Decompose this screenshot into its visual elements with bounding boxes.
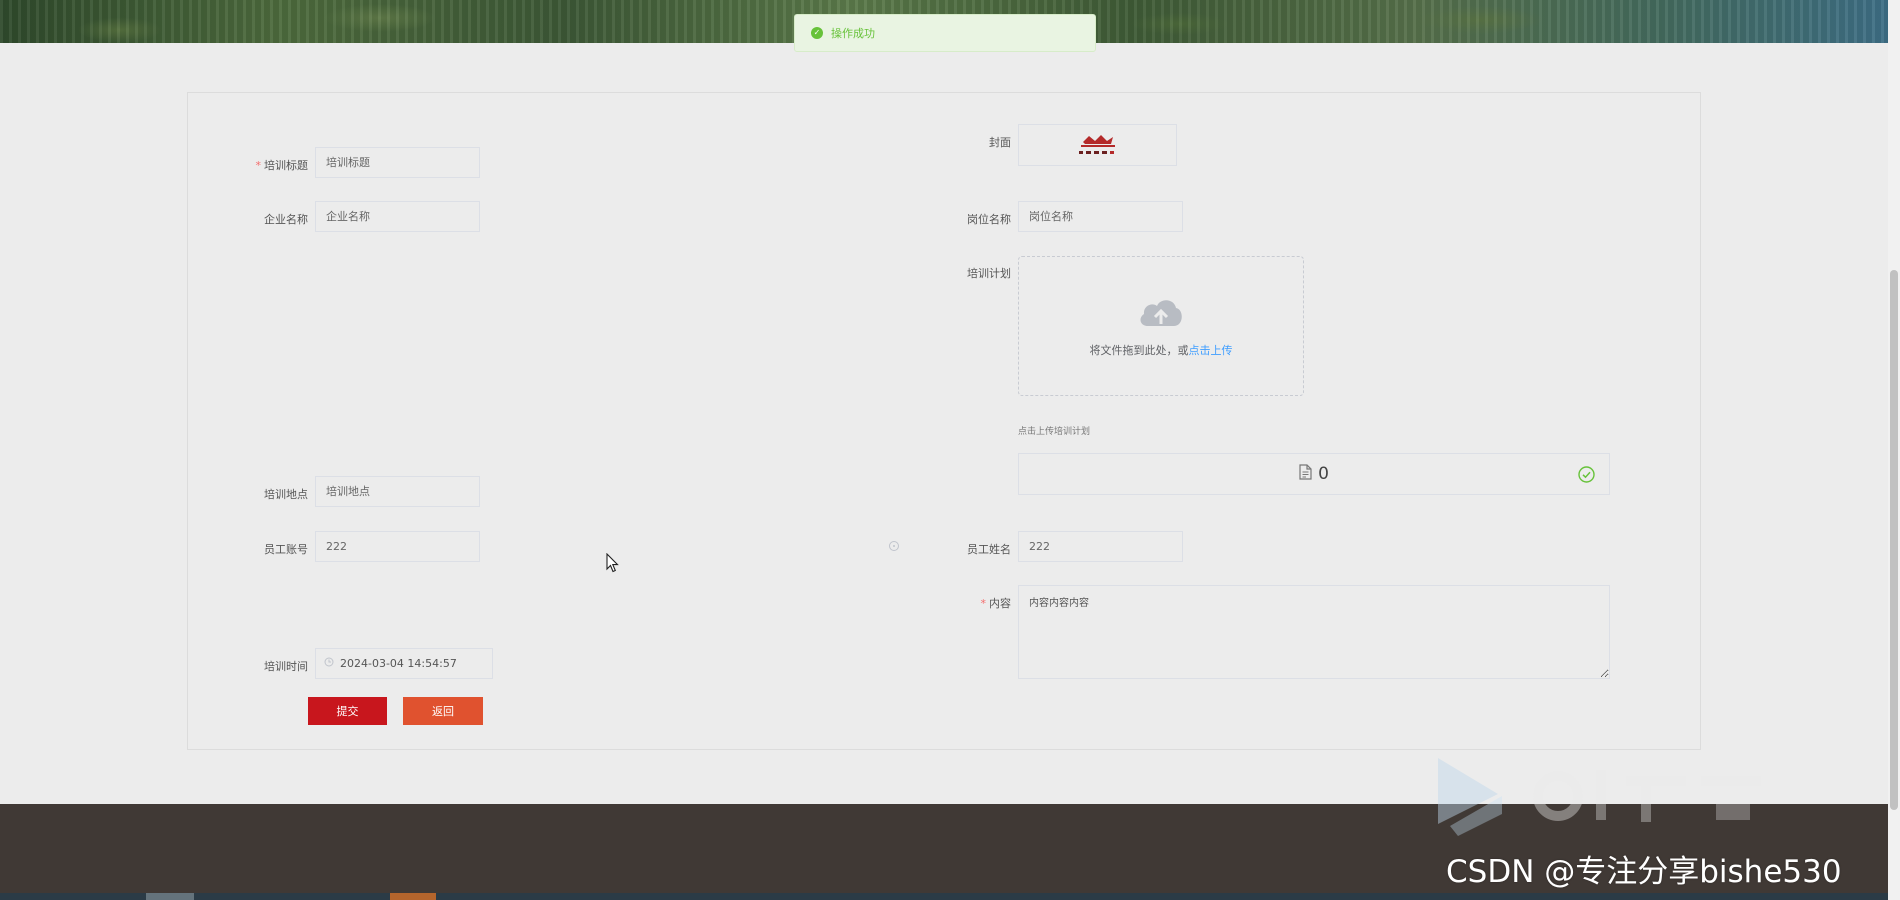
- upload-hint: 将文件拖到此处，或点击上传: [1090, 342, 1233, 358]
- upload-success-icon: [1578, 466, 1595, 487]
- scrollbar-thumb[interactable]: [1890, 270, 1898, 810]
- training-time-value: 2024-03-04 14:54:57: [340, 657, 457, 670]
- employee-account-input[interactable]: 222: [315, 531, 480, 562]
- footer-strip-segment: [390, 893, 436, 900]
- csdn-watermark: CSDN @专注分享bishe530: [1446, 854, 1842, 890]
- plan-upload-dropzone[interactable]: 将文件拖到此处，或点击上传: [1018, 256, 1304, 396]
- training-location-input[interactable]: [315, 476, 480, 507]
- content-textarea[interactable]: 内容内容内容: [1018, 585, 1610, 679]
- position-name-input[interactable]: [1018, 201, 1183, 232]
- company-name-input[interactable]: [315, 201, 480, 232]
- position-label: 岗位名称: [967, 213, 1011, 226]
- title-label: * 培训标题: [255, 159, 309, 172]
- uploaded-file-name: 0: [1318, 464, 1329, 484]
- training-time-label: 培训时间: [264, 660, 308, 673]
- clear-icon[interactable]: [889, 541, 899, 551]
- cover-label: 封面: [989, 136, 1011, 149]
- cover-image[interactable]: [1018, 124, 1177, 166]
- employee-name-input[interactable]: 222: [1018, 531, 1183, 562]
- footer-strip: [0, 893, 1888, 900]
- toast-message: 操作成功: [831, 27, 875, 40]
- cloud-upload-icon: [1140, 300, 1182, 326]
- footer-strip-segment: [146, 893, 194, 900]
- training-title-input[interactable]: [315, 147, 480, 178]
- employee-name-label: 员工姓名: [967, 543, 1011, 556]
- document-icon: [1299, 464, 1312, 484]
- mouse-cursor-icon: [606, 553, 619, 573]
- upload-click-link[interactable]: 点击上传: [1189, 344, 1233, 357]
- employee-account-label: 员工账号: [264, 543, 308, 556]
- upload-hint-text: 将文件拖到此处，或: [1089, 344, 1189, 357]
- upload-tip: 点击上传培训计划: [1018, 427, 1091, 437]
- success-check-icon: ✓: [811, 27, 823, 39]
- training-time-picker[interactable]: 2024-03-04 14:54:57: [315, 648, 493, 679]
- uploaded-file-item[interactable]: 0: [1018, 453, 1610, 495]
- player-watermark-logo: [1438, 758, 1761, 836]
- plan-label: 培训计划: [967, 267, 1011, 280]
- location-label: 培训地点: [264, 488, 308, 501]
- submit-button[interactable]: 提交: [308, 697, 387, 725]
- cover-thumbnail-logo: [1078, 135, 1115, 154]
- success-toast: ✓ 操作成功: [794, 14, 1096, 52]
- clock-icon: [324, 657, 334, 670]
- back-button[interactable]: 返回: [403, 697, 483, 725]
- page-scrollbar[interactable]: [1888, 0, 1900, 900]
- content-label: * 内容: [980, 597, 1012, 610]
- company-label: 企业名称: [264, 213, 308, 226]
